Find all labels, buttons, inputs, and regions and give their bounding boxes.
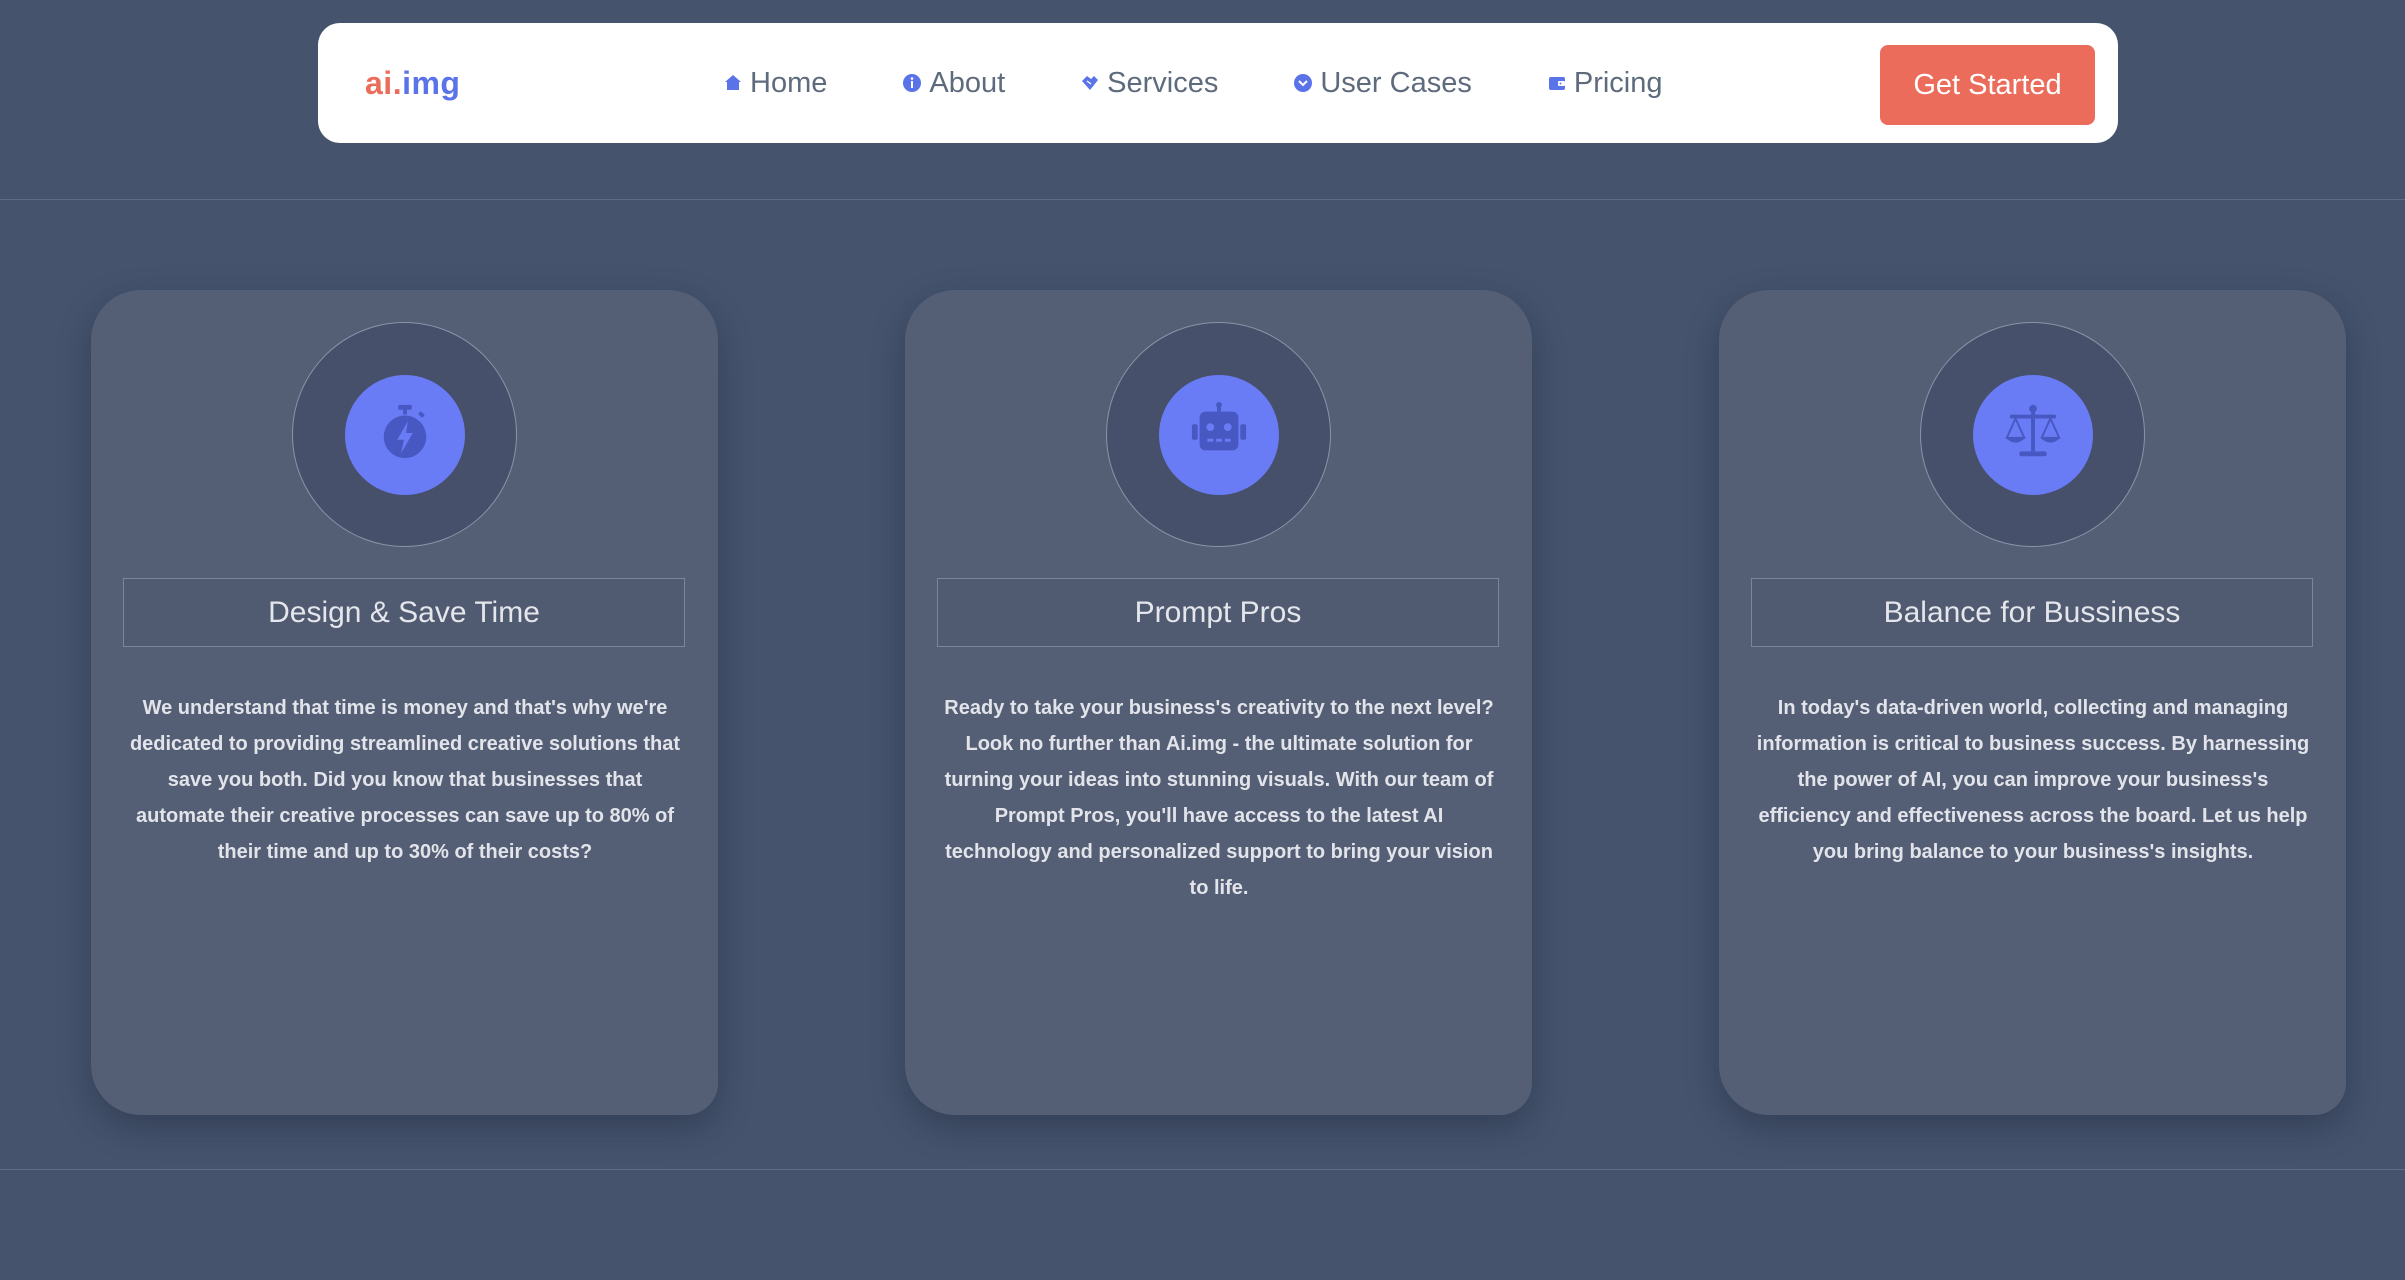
card-title: Prompt Pros	[937, 578, 1499, 647]
card-icon-ring	[1106, 322, 1331, 547]
card-icon-disc	[1158, 374, 1279, 495]
wallet-icon	[1546, 72, 1568, 94]
feature-card: Design & Save Time We understand that ti…	[91, 290, 718, 1115]
card-title: Balance for Bussiness	[1751, 578, 2313, 647]
home-icon	[722, 72, 744, 94]
nav-item-home[interactable]: Home	[722, 67, 827, 100]
section-divider-bottom	[0, 1169, 2405, 1170]
feature-card: Prompt Pros Ready to take your business'…	[905, 290, 1532, 1115]
card-description: In today's data-driven world, collecting…	[1756, 697, 2310, 863]
balance-scale-icon	[2002, 401, 2064, 468]
nav-label-pricing: Pricing	[1573, 66, 1663, 99]
logo-text-ai: ai	[365, 64, 393, 101]
card-icon-ring	[1920, 322, 2145, 547]
stopwatch-bolt-icon	[374, 401, 436, 468]
nav-label-user-cases: User Cases	[1320, 66, 1472, 99]
nav-item-services[interactable]: Services	[1079, 67, 1218, 100]
logo[interactable]: ai. img	[365, 23, 460, 143]
nav-item-about[interactable]: About	[901, 67, 1005, 100]
feature-card: Balance for Bussiness In today's data-dr…	[1719, 290, 2346, 1115]
robot-icon	[1188, 401, 1250, 468]
section-divider-top	[0, 199, 2405, 200]
card-description: Ready to take your business's creativity…	[944, 697, 1494, 899]
handshake-icon	[1079, 72, 1101, 94]
card-description: We understand that time is money and tha…	[129, 697, 681, 863]
nav-item-user-cases[interactable]: User Cases	[1292, 67, 1472, 100]
info-icon	[901, 72, 923, 94]
card-icon-disc	[1972, 374, 2093, 495]
nav-item-pricing[interactable]: Pricing	[1546, 67, 1663, 100]
main-nav: Home About Services User Cases Pricing	[722, 23, 1663, 143]
card-icon-ring	[292, 322, 517, 547]
get-started-button[interactable]: Get Started	[1880, 45, 2095, 125]
navbar: ai. img Home About Services User Cases P…	[318, 23, 2118, 143]
logo-text-img: img	[402, 64, 461, 101]
card-title: Design & Save Time	[123, 578, 685, 647]
card-icon-disc	[344, 374, 465, 495]
nav-label-about: About	[929, 66, 1006, 99]
chevron-circle-icon	[1292, 72, 1314, 94]
nav-label-services: Services	[1107, 66, 1219, 99]
nav-label-home: Home	[750, 66, 828, 99]
logo-text-dot: .	[392, 64, 403, 101]
